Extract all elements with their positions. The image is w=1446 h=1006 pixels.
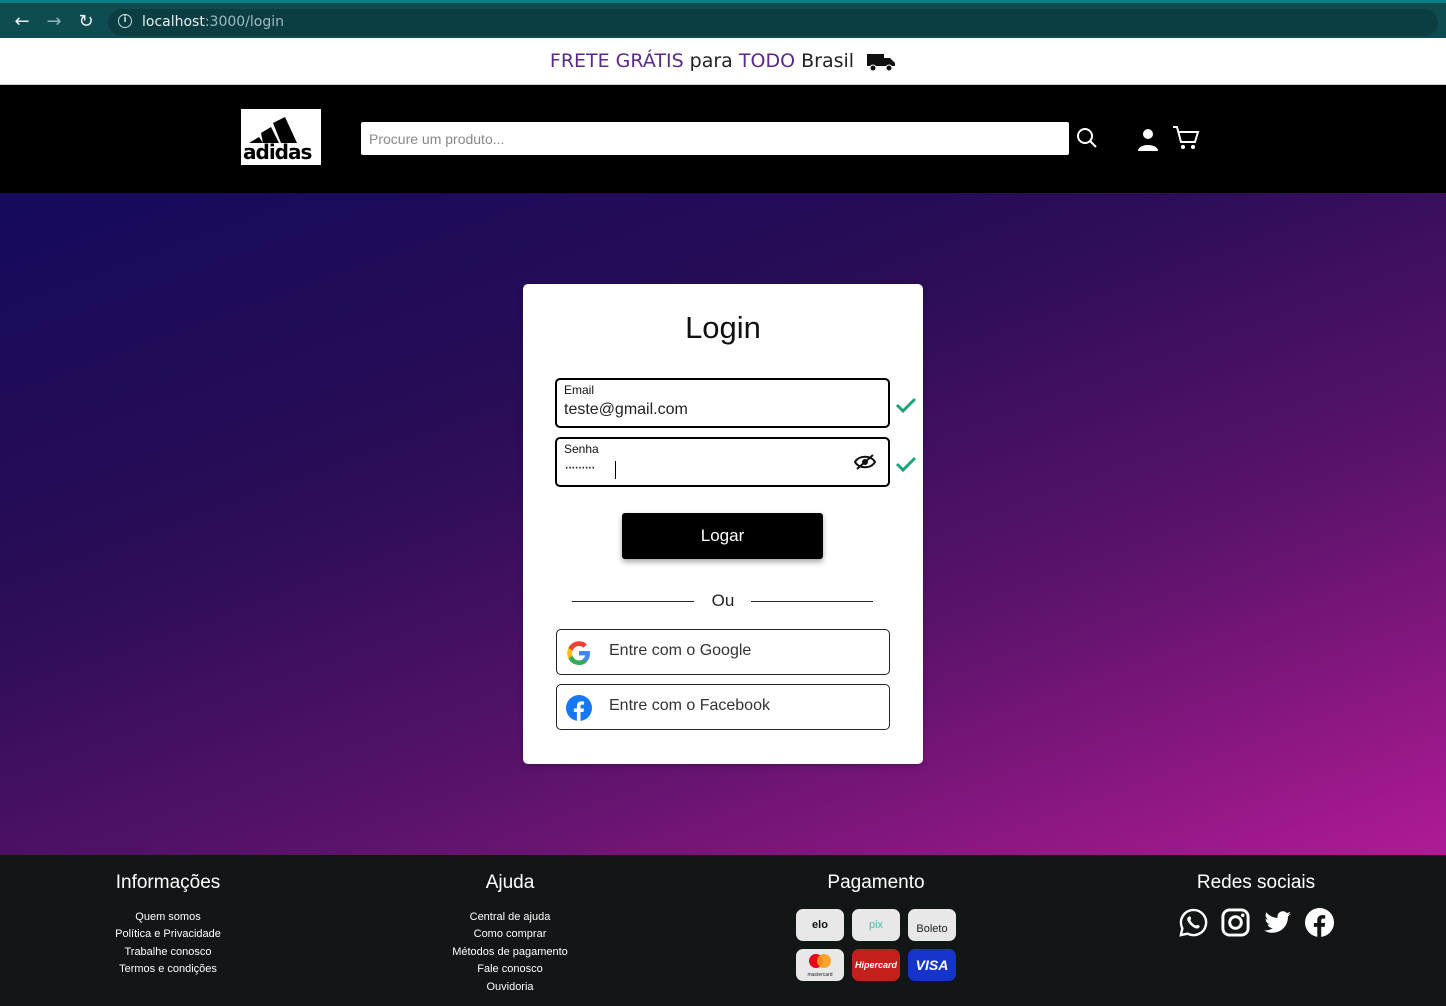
search-input[interactable] [361,122,1069,155]
facebook-social-icon[interactable] [1304,907,1335,938]
login-button[interactable]: Logar [622,513,823,559]
social-icons [1178,907,1338,939]
cart-icon[interactable] [1172,125,1200,151]
footer-social-column: Redes sociais [1156,872,1356,909]
text-cursor [615,461,616,479]
footer-link-help-center[interactable]: Central de ajuda [410,909,610,926]
browser-toolbar: ← → ↻ i localhost:3000/login [0,0,1446,38]
email-label: Email [564,383,595,397]
google-icon [567,641,590,665]
truck-icon [867,53,896,71]
footer-link-about[interactable]: Quem somos [68,909,268,926]
url-text: localhost:3000/login [142,14,285,30]
login-section: Login Email teste@gmail.com Senha ······… [0,193,1446,855]
promo-all: TODO [738,50,796,72]
boleto-payment-icon: Boleto [908,909,956,941]
footer-link-ombudsman[interactable]: Ouvidoria [410,979,610,996]
site-footer: Informações Quem somos Política e Privac… [0,855,1446,1006]
pix-payment-icon: pix [852,909,900,941]
forward-arrow-icon[interactable]: → [43,11,65,33]
login-card: Login Email teste@gmail.com Senha ······… [523,284,923,764]
search-icon[interactable] [1076,127,1098,149]
address-bar[interactable]: i localhost:3000/login [108,9,1438,36]
footer-info-column: Informações Quem somos Política e Privac… [68,872,268,979]
footer-link-how-to-buy[interactable]: Como comprar [410,926,610,943]
footer-link-careers[interactable]: Trabalhe conosco [68,944,268,961]
email-valid-check-icon [895,397,917,414]
mastercard-payment-icon: mastercard [796,949,844,981]
divider-right [751,601,873,602]
elo-payment-icon: elo [796,909,844,941]
reload-icon[interactable]: ↻ [75,11,97,33]
password-value: ········· [564,459,596,476]
hipercard-payment-icon: Hipercard [852,949,900,981]
footer-link-terms[interactable]: Termos e condições [68,961,268,978]
footer-info-title: Informações [115,872,221,893]
promo-brazil: Brasil [801,50,855,72]
password-valid-check-icon [895,456,917,473]
twitter-icon[interactable] [1262,907,1293,938]
promo-for: para [689,50,733,72]
instagram-icon[interactable] [1220,907,1251,938]
whatsapp-icon[interactable] [1178,907,1209,938]
free-shipping-banner: FRETE GRÁTIS para TODO Brasil [0,38,1446,85]
google-login-button[interactable]: Entre com o Google [556,629,890,675]
visa-payment-icon: VISA [908,949,956,981]
back-arrow-icon[interactable]: ← [11,11,33,33]
facebook-login-label: Entre com o Facebook [609,697,770,714]
footer-help-column: Ajuda Central de ajuda Como comprar Méto… [410,872,610,996]
site-header: adidas [0,85,1446,193]
email-field[interactable]: Email teste@gmail.com [555,378,890,428]
promo-free-shipping: FRETE GRÁTIS [549,50,684,72]
google-login-label: Entre com o Google [609,642,752,659]
footer-link-contact[interactable]: Fale conosco [410,961,610,978]
footer-link-payment-methods[interactable]: Métodos de pagamento [410,944,610,961]
user-icon[interactable] [1136,127,1160,151]
footer-help-title: Ajuda [485,872,535,893]
password-label: Senha [564,442,599,456]
facebook-login-button[interactable]: Entre com o Facebook [556,684,890,730]
footer-payment-title: Pagamento [827,872,925,893]
footer-social-title: Redes sociais [1196,872,1316,893]
footer-payment-column: Pagamento [776,872,976,909]
toggle-password-visibility-icon[interactable] [854,454,876,470]
facebook-icon [566,695,592,721]
site-info-icon[interactable]: i [118,14,132,28]
password-field[interactable]: Senha ········· [555,437,890,487]
email-value: teste@gmail.com [564,401,688,418]
footer-link-privacy[interactable]: Política e Privacidade [68,926,268,943]
adidas-logo[interactable]: adidas [241,109,321,165]
login-title: Login [685,310,761,345]
